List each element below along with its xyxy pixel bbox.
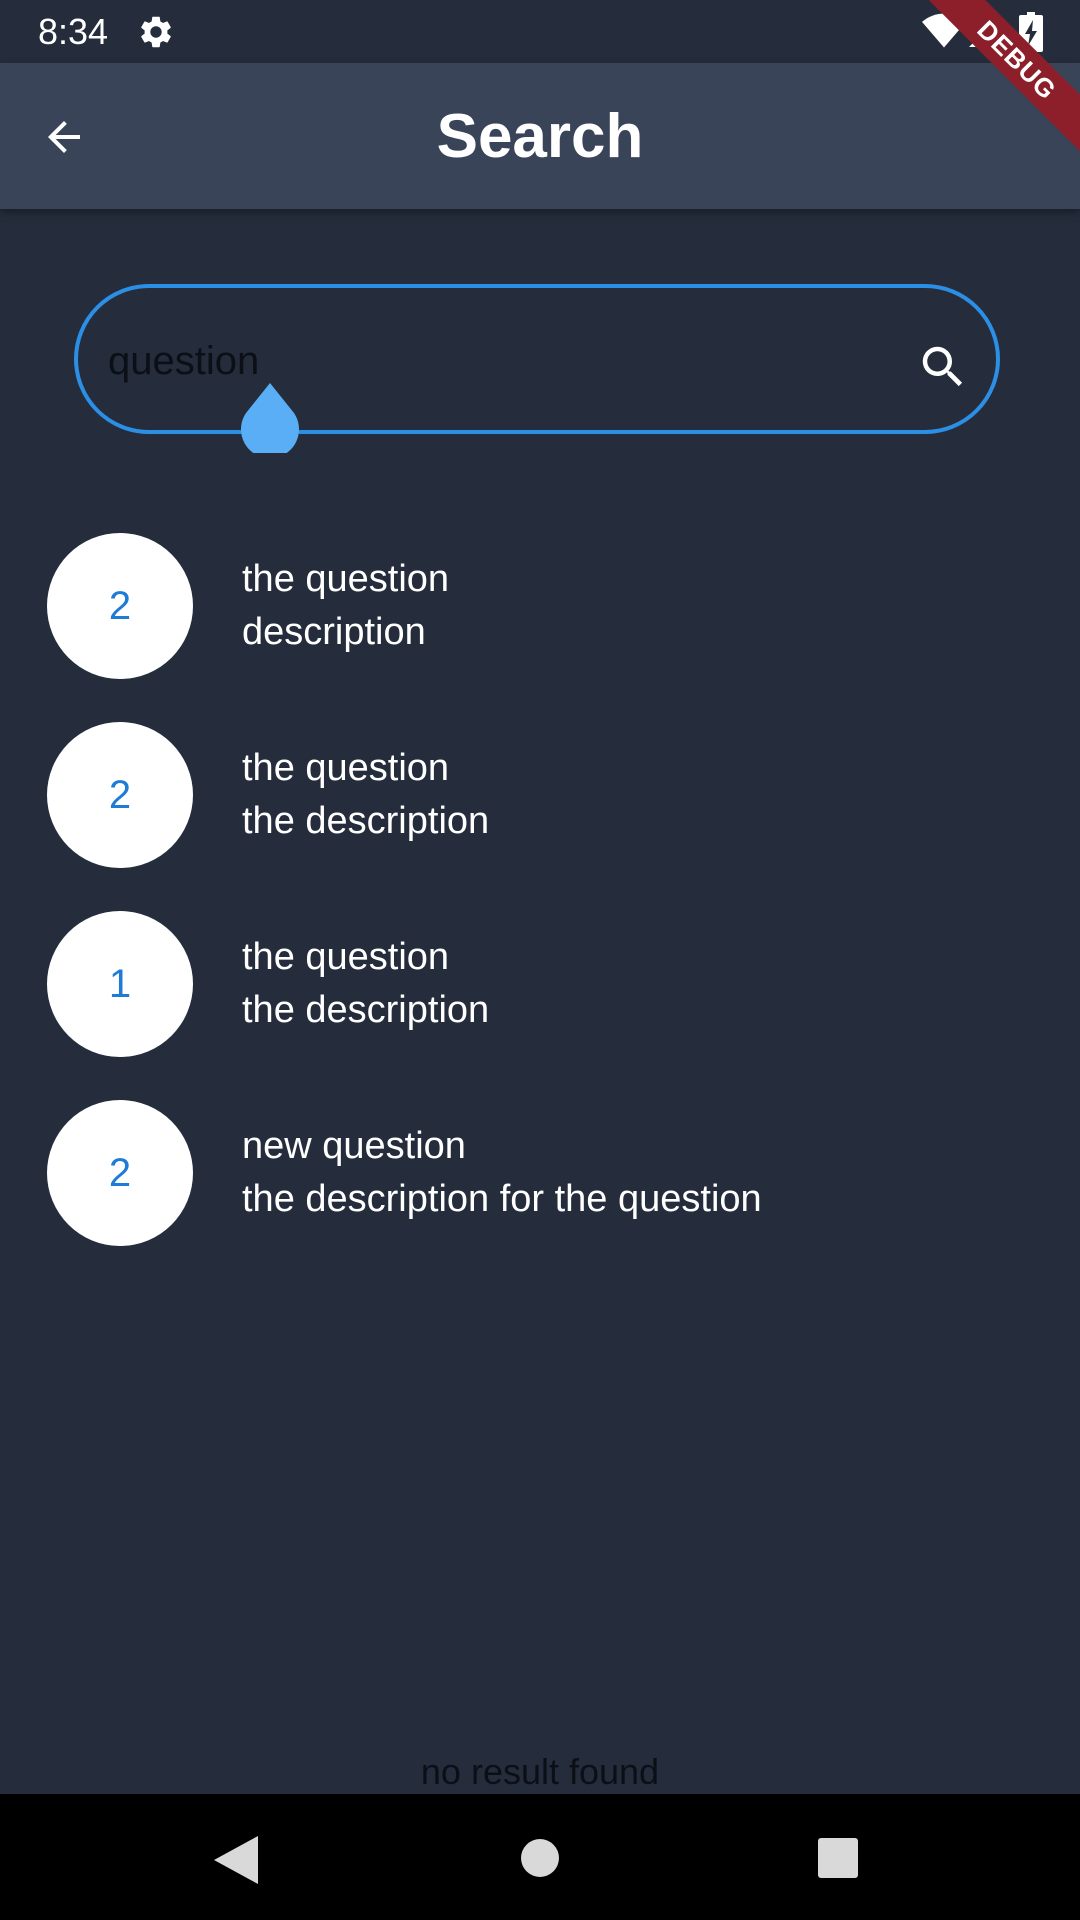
list-item-text: the question the description: [242, 931, 489, 1037]
list-item[interactable]: 1 the question the description: [0, 911, 1080, 1061]
count-avatar: 1: [47, 911, 193, 1057]
search-icon[interactable]: [916, 340, 970, 394]
list-item-title: new question: [242, 1125, 466, 1167]
list-item-title: the question: [242, 747, 450, 789]
page-title: Search: [436, 101, 644, 171]
count-avatar: 2: [47, 1100, 193, 1246]
list-item-text: the question description: [242, 553, 449, 659]
nav-back-icon[interactable]: [214, 1836, 258, 1884]
list-item-description: the description: [242, 989, 490, 1031]
list-item-description: description: [242, 611, 426, 653]
list-item-text: the question the description: [242, 742, 489, 848]
list-item[interactable]: 2 the question the description: [0, 722, 1080, 872]
list-item-description: the description: [242, 800, 490, 842]
system-nav-bar: [0, 1794, 1080, 1920]
list-item-text: new question the description for the que…: [242, 1120, 762, 1226]
count-avatar: 2: [47, 533, 193, 679]
text-cursor-handle[interactable]: [241, 383, 299, 453]
arrow-left-icon: [48, 121, 80, 153]
app-bar: Search: [0, 63, 1080, 209]
count-avatar: 2: [47, 722, 193, 868]
list-item[interactable]: 2 new question the description for the q…: [0, 1100, 1080, 1250]
search-field[interactable]: [74, 284, 1000, 453]
list-item-title: the question: [242, 558, 450, 600]
list-item[interactable]: 2 the question description: [0, 533, 1080, 683]
nav-home-icon[interactable]: [520, 1838, 560, 1878]
nav-recents-icon[interactable]: [818, 1838, 858, 1878]
no-result-message: no result found: [420, 1751, 660, 1792]
gear-icon: [141, 16, 171, 48]
list-item-description: the description for the question: [242, 1178, 762, 1220]
status-time: 8:34: [38, 11, 109, 52]
list-item-title: the question: [242, 936, 450, 978]
back-button[interactable]: [28, 101, 100, 173]
search-input[interactable]: [108, 336, 808, 386]
status-bar: 8:34: [0, 0, 1080, 63]
